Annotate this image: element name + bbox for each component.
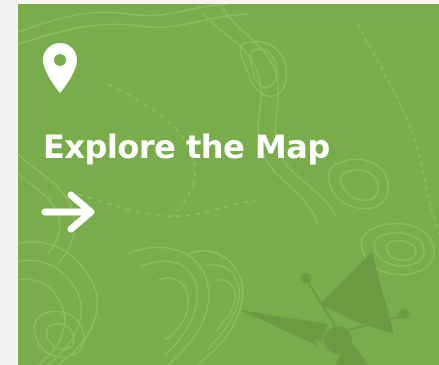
map-pin-icon xyxy=(43,43,77,93)
explore-map-card[interactable]: Explore the Map xyxy=(18,4,439,365)
topographic-map-background xyxy=(18,4,439,365)
arrow-right-icon[interactable] xyxy=(41,190,97,234)
card-title[interactable]: Explore the Map xyxy=(43,123,330,171)
